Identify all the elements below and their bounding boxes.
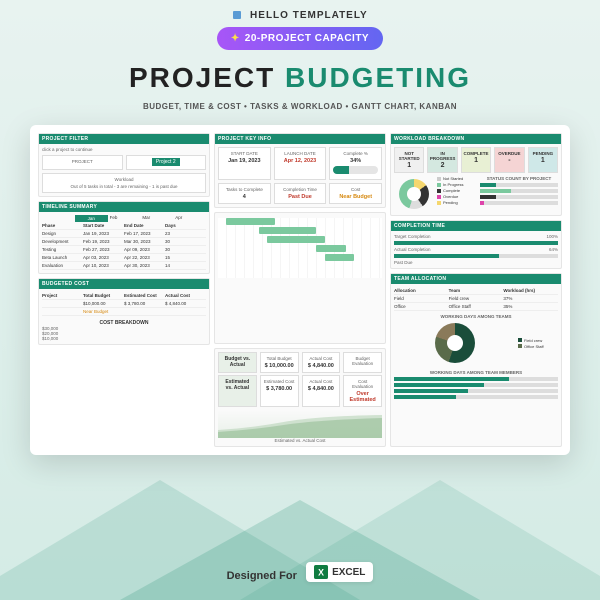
- workload-panel: WORKLOAD BREAKDOWN NOT STARTED1 IN PROGR…: [390, 133, 562, 216]
- timeline-panel: TIMELINE SUMMARY JanFebMarApr PhaseStart…: [38, 201, 210, 274]
- excel-badge: X EXCEL: [306, 562, 373, 582]
- gantt-panel: [214, 212, 386, 344]
- project-select[interactable]: Project 2: [152, 158, 180, 166]
- area-chart: [218, 410, 382, 438]
- dashboard-screenshot: PROJECT FILTER click a project to contin…: [30, 125, 570, 455]
- workload-donut: [399, 179, 429, 209]
- svg-text:X: X: [318, 568, 324, 578]
- budget-panel: BUDGETED COST ProjectTotal BudgetEstimat…: [38, 278, 210, 345]
- footer: Designed For X EXCEL: [0, 562, 600, 582]
- capacity-badge: 20-PROJECT CAPACITY: [217, 27, 383, 50]
- project-filter-panel: PROJECT FILTER click a project to contin…: [38, 133, 210, 197]
- team-donut: [435, 323, 475, 363]
- completion-panel: COMPLETION TIME Target Completion100% Ac…: [390, 220, 562, 269]
- brand-header: HELLO TEMPLATELY: [0, 0, 600, 27]
- subtitle: BUDGET, TIME & COST • TASKS & WORKLOAD •…: [0, 102, 600, 111]
- team-panel: TEAM ALLOCATION AllocationTeamWorkload (…: [390, 273, 562, 447]
- keyinfo-panel: PROJECT KEY INFO START DATEJan 19, 2023 …: [214, 133, 386, 208]
- excel-icon: X: [314, 565, 328, 579]
- budget-vs-actual: Budget vs. Actual Total Budget$ 10,000.0…: [214, 348, 386, 447]
- page-title: PROJECT BUDGETING: [0, 62, 600, 94]
